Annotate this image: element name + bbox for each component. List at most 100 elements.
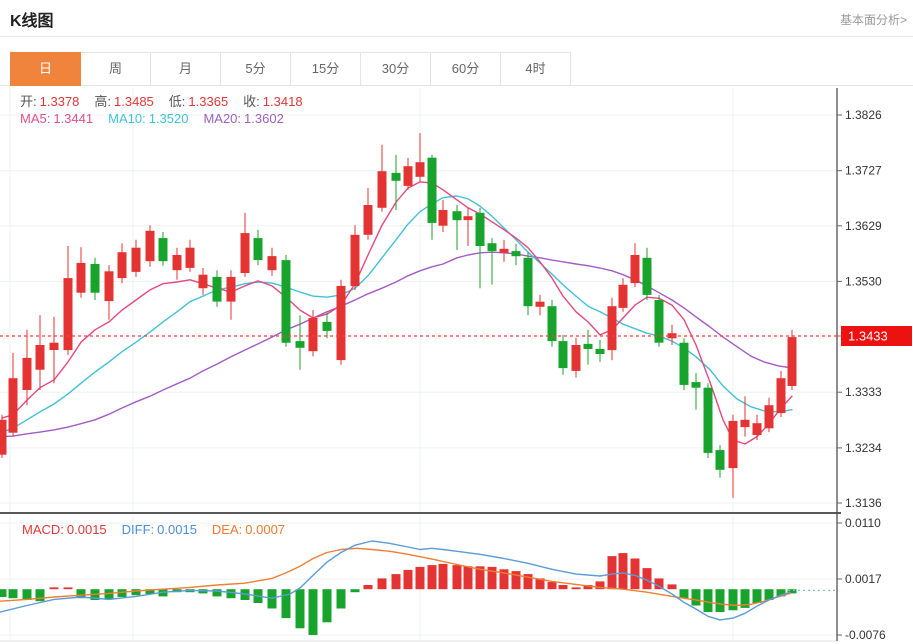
tab-period-5[interactable]: 30分 [361, 52, 431, 86]
tab-period-0[interactable]: 日 [10, 52, 81, 86]
candle [392, 155, 401, 210]
candle [428, 155, 437, 240]
candle [464, 208, 473, 246]
y-axis-label: 1.3136 [845, 496, 882, 510]
macd-bar [729, 589, 738, 610]
macd-bar [692, 589, 701, 605]
candle [619, 278, 628, 312]
candle [488, 238, 497, 285]
macd-bar [0, 589, 7, 597]
candle [416, 133, 425, 182]
ma5-line [2, 182, 792, 444]
kline-chart[interactable]: 1.38261.37271.36291.35301.33331.32341.31… [0, 86, 913, 644]
candle [548, 300, 557, 347]
candle [777, 371, 786, 417]
tab-period-3[interactable]: 5分 [221, 52, 291, 86]
stat: 收:1.3418 [243, 94, 302, 109]
candle [241, 213, 250, 277]
candle [404, 158, 413, 190]
macd-bar [378, 578, 387, 589]
tab-period-1[interactable]: 周 [81, 52, 151, 86]
candle [512, 244, 521, 265]
macd-bar [392, 574, 401, 589]
candle [584, 330, 593, 365]
tab-period-2[interactable]: 月 [151, 52, 221, 86]
macd-bar [559, 585, 568, 589]
candle [655, 295, 664, 347]
macd-bar [50, 587, 59, 589]
macd-bar [428, 565, 437, 589]
stat: 高:1.3485 [94, 94, 153, 109]
y-axis-label: 1.3530 [845, 274, 882, 288]
macd-bar [323, 589, 332, 622]
candle [186, 240, 195, 272]
tab-period-7[interactable]: 4时 [501, 52, 571, 86]
stat-label: 低: [169, 94, 186, 109]
candle [692, 373, 701, 410]
macd-bar [296, 589, 305, 628]
candle [572, 338, 581, 378]
candle [282, 255, 291, 347]
stat-label: DIFF: [122, 522, 155, 537]
macd-bar [464, 566, 473, 589]
stat: DEA:0.0007 [212, 522, 285, 537]
candle [159, 232, 168, 266]
stat-value: 1.3418 [263, 94, 303, 109]
macd-bar [753, 589, 762, 603]
macd-bar [716, 589, 725, 612]
stat-value: 1.3485 [114, 94, 154, 109]
page-title: K线图 [10, 7, 54, 31]
candle [439, 200, 448, 232]
candle [23, 330, 32, 405]
y-axis-label: -0.0076 [845, 628, 886, 642]
candle [729, 415, 738, 498]
candle [680, 338, 689, 390]
stat-label: DEA: [212, 522, 242, 537]
stat-label: 高: [94, 94, 111, 109]
stat-value: 1.3441 [53, 111, 93, 126]
macd-bar [64, 587, 73, 589]
candle [476, 208, 485, 288]
stat: MA20:1.3602 [203, 111, 283, 126]
macd-bar [9, 589, 18, 598]
tab-period-6[interactable]: 60分 [431, 52, 501, 86]
macd-bar [23, 589, 32, 600]
macd-bar [548, 582, 557, 589]
ma20-line [2, 252, 792, 436]
candle [323, 313, 332, 338]
macd-bar [619, 553, 628, 589]
stat-value: 1.3520 [149, 111, 189, 126]
candle [608, 298, 617, 360]
ma10-line [2, 196, 792, 432]
candle [254, 230, 263, 265]
candle [716, 445, 725, 478]
candle [199, 268, 208, 295]
stat: MACD:0.0015 [22, 522, 107, 537]
tab-period-4[interactable]: 15分 [291, 52, 361, 86]
fundamental-analysis-link[interactable]: 基本面分析> [840, 11, 907, 28]
macd-bar [404, 570, 413, 589]
macd-bar [364, 585, 373, 589]
macd-bar [416, 567, 425, 589]
stat-value: 1.3365 [188, 94, 228, 109]
candle [77, 247, 86, 298]
macd-bar [608, 556, 617, 589]
macd-bar [309, 589, 318, 635]
macd-bar [704, 589, 713, 612]
candle [704, 383, 713, 458]
macd-bar [337, 589, 346, 608]
stat-label: MA20: [203, 111, 241, 126]
candle [268, 248, 277, 276]
candle [643, 248, 652, 300]
candle [524, 252, 533, 315]
candle [453, 205, 462, 250]
y-axis-label: 1.3826 [845, 108, 882, 122]
macd-bar [227, 589, 236, 598]
header-divider [0, 36, 913, 37]
candle [765, 398, 774, 432]
candle [105, 265, 114, 320]
stat-value: 1.3378 [40, 94, 80, 109]
candle [351, 225, 360, 290]
candle [64, 246, 73, 355]
current-price-badge: 1.3433 [841, 326, 912, 346]
